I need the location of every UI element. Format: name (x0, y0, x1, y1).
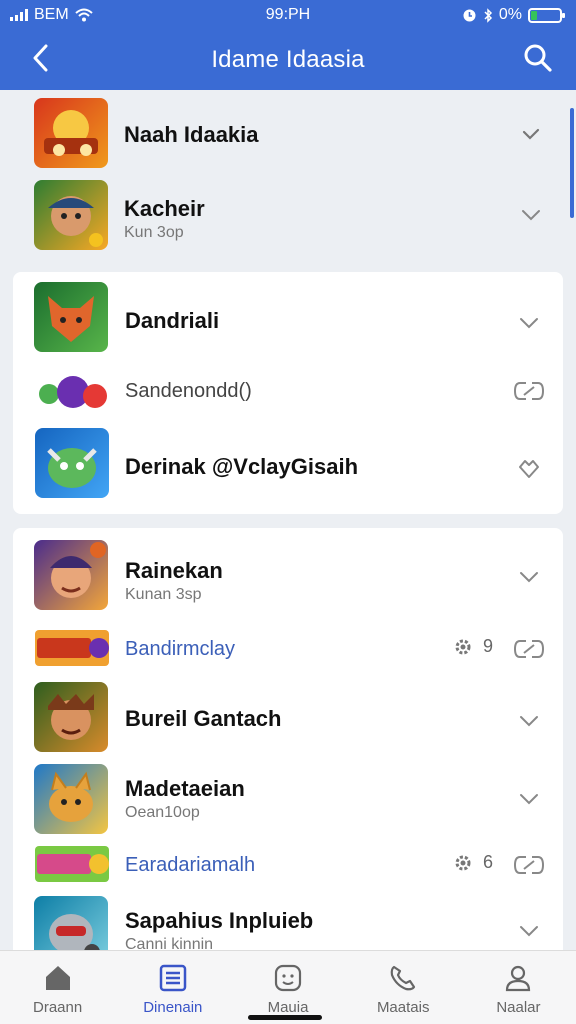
item-title: Sapahius Inpluieb (125, 908, 314, 933)
list-item[interactable]: Madetaeian Oean10op (13, 758, 563, 838)
list-item[interactable]: Dandriali (13, 278, 563, 358)
tab-label: Maatais (376, 999, 430, 1016)
game-thumb-pirate (34, 180, 108, 250)
tab-mauia[interactable]: Mauia (230, 951, 345, 1024)
game-thumb-warrior (34, 682, 108, 752)
list-item[interactable]: Kacheir Kun 3op (0, 176, 576, 254)
chevron-left-icon (33, 44, 48, 72)
tab-label: Dinenain (143, 999, 203, 1016)
link-icon[interactable] (513, 636, 545, 662)
battery-icon (528, 7, 565, 23)
game-thumb-fox (34, 282, 108, 352)
tab-label: Mauia (267, 999, 309, 1016)
home-icon (45, 966, 70, 990)
page-title: Idame Idaasia (211, 46, 365, 73)
list-item[interactable]: Derinak @VclayGisaih (13, 422, 563, 506)
list-item[interactable]: Sapahius Inpluieb Canni kinnin (13, 892, 563, 950)
search-button[interactable] (518, 38, 558, 78)
game-thumb-monster (35, 428, 109, 498)
game-thumb-banner (35, 630, 109, 666)
item-subtitle: Canni kinnin (125, 936, 214, 950)
battery-percent: 0% (498, 6, 522, 23)
list-item[interactable]: Rainekan Kunan 3sp (13, 534, 563, 620)
bluetooth-icon (484, 7, 492, 23)
game-thumb-orange (34, 98, 108, 168)
tab-label: Draann (33, 999, 83, 1016)
person-icon (506, 965, 531, 992)
chevron-down-icon[interactable] (516, 918, 542, 944)
item-subtitle: Kunan 3sp (125, 586, 202, 603)
tab-naalar[interactable]: Naalar (461, 951, 576, 1024)
game-thumb-cat (34, 764, 108, 834)
item-title: Bandirmclay (125, 638, 236, 660)
item-title: Derinak @VclayGisaih (125, 454, 359, 479)
section-3: Rainekan Kunan 3sp Bandirmclay 9 Bureil (13, 528, 563, 950)
item-meta: 9 (453, 636, 493, 657)
chevron-down-icon[interactable] (516, 310, 542, 336)
back-button[interactable] (22, 40, 58, 76)
list-item[interactable]: Sandenondd() (13, 362, 563, 418)
tab-label: Naalar (496, 999, 541, 1016)
carrier-name: BEM (34, 6, 69, 23)
home-indicator[interactable] (248, 1015, 322, 1020)
status-bar: BEM 99:PH 0% (0, 0, 576, 30)
meta-count: 6 (483, 852, 494, 872)
wifi-icon (75, 8, 93, 22)
signal-icon (10, 9, 28, 21)
list-item[interactable]: Bandirmclay 9 (13, 624, 563, 670)
link-icon[interactable] (513, 378, 545, 404)
gear-icon (455, 855, 471, 870)
chevron-down-icon[interactable] (516, 708, 542, 734)
item-title: Rainekan (125, 558, 223, 583)
item-title: Dandriali (125, 308, 220, 333)
item-title: Earadariamalh (125, 854, 256, 876)
search-icon (524, 44, 552, 72)
list-item[interactable]: Bureil Gantach (13, 676, 563, 756)
chevron-down-icon[interactable] (516, 786, 542, 812)
item-title: Naah Idaakia (124, 122, 259, 147)
check-chevron-icon[interactable] (518, 122, 544, 148)
game-thumb-banner2 (35, 846, 109, 882)
face-icon (274, 964, 302, 992)
tab-maatais[interactable]: Maatais (346, 951, 461, 1024)
meta-count: 9 (483, 636, 494, 656)
item-title: Sandenondd() (125, 380, 252, 402)
phone-icon (390, 965, 416, 991)
item-title: Madetaeian (125, 776, 245, 801)
item-subtitle: Oean10op (125, 804, 200, 821)
app-header: BEM 99:PH 0% Idame Idaasia (0, 0, 576, 90)
tab-bar: Draann Dinenain Mauia Maatais Naalar (0, 950, 576, 1024)
list-item[interactable]: Earadariamalh 6 (13, 840, 563, 886)
game-thumb-balls (35, 372, 109, 408)
heart-outline-icon[interactable] (516, 456, 542, 482)
item-meta: 6 (453, 852, 493, 873)
game-thumb-hero (34, 540, 108, 610)
item-title: Bureil Gantach (125, 706, 282, 731)
list-item[interactable]: Naah Idaakia (0, 94, 576, 172)
list-icon (159, 964, 187, 992)
tab-dinenain[interactable]: Dinenain (115, 951, 230, 1024)
tab-draann[interactable]: Draann (0, 951, 115, 1024)
item-title: Kacheir (124, 196, 205, 221)
item-subtitle: Kun 3op (124, 224, 184, 241)
chevron-down-icon[interactable] (518, 202, 544, 228)
alarm-icon (463, 9, 476, 21)
game-list[interactable]: Naah Idaakia Kacheir Kun 3op Dandriali S… (0, 90, 576, 950)
chevron-down-icon[interactable] (516, 564, 542, 590)
game-thumb-robot (34, 896, 108, 950)
section-1: Naah Idaakia Kacheir Kun 3op (0, 90, 576, 270)
link-icon[interactable] (513, 852, 545, 878)
gear-icon (455, 639, 471, 654)
section-2: Dandriali Sandenondd() Derinak @VclayGis… (13, 272, 563, 514)
